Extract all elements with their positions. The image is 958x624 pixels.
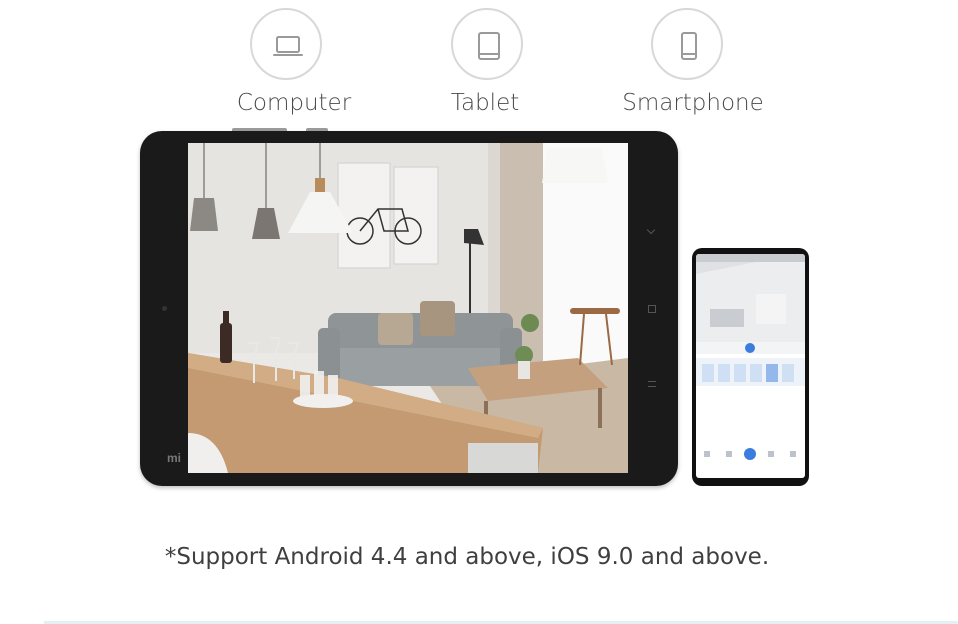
computer-label: Computer: [236, 90, 352, 116]
computer-option: [250, 8, 322, 80]
smartphone-device: [692, 248, 809, 486]
back-icon: [646, 225, 656, 235]
home-icon: [648, 305, 656, 313]
tablet-screen-living-room-image: [188, 143, 628, 473]
tablet-device: mi: [140, 128, 678, 486]
smartphone-option: [651, 8, 723, 80]
menu-icon: [648, 381, 656, 387]
tablet-camera: [162, 306, 167, 311]
laptop-icon: [273, 36, 303, 56]
smartphone-label: Smartphone: [622, 90, 764, 116]
tablet-option: [451, 8, 523, 80]
smartphone-icon: [681, 32, 697, 60]
support-note: *Support Android 4.4 and above, iOS 9.0 …: [164, 544, 770, 570]
tablet-icon: [478, 32, 500, 60]
phone-screen-app: [696, 254, 805, 478]
mi-logo: mi: [167, 451, 182, 465]
tablet-label: Tablet: [450, 90, 520, 116]
